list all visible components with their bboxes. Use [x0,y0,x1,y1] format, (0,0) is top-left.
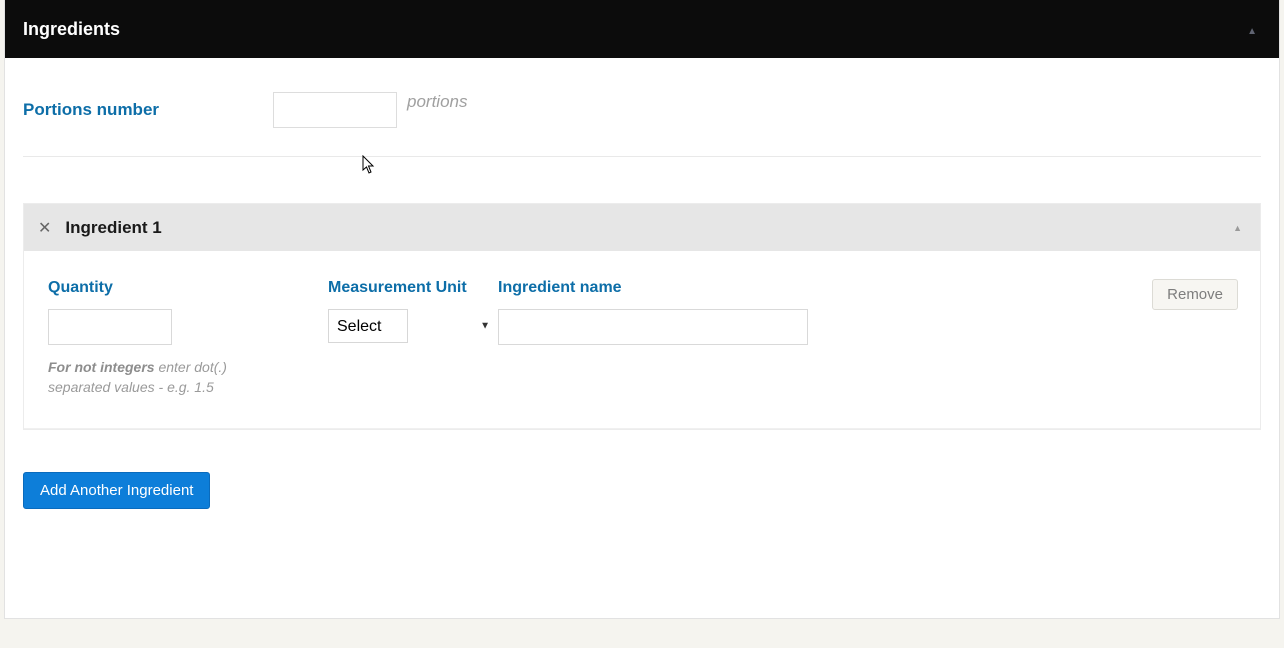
unit-column: Measurement Unit Select ▼ [328,279,498,398]
portions-row: Portions number portions [23,92,1261,128]
divider [23,156,1261,157]
unit-label: Measurement Unit [328,279,498,297]
remove-button[interactable]: Remove [1152,279,1238,310]
unit-select[interactable]: Select [328,309,408,343]
portions-input[interactable] [273,92,397,128]
ingredient-header-title: Ingredient 1 [65,218,161,238]
portions-suffix: portions [407,92,467,112]
ingredient-body: Quantity For not integers enter dot(.) s… [24,251,1260,429]
close-icon[interactable]: ✕ [38,218,51,238]
panel-header[interactable]: Ingredients ▲ [5,0,1279,58]
ingredient-block: ✕ Ingredient 1 ▲ Quantity For not intege… [23,203,1261,430]
panel-title: Ingredients [23,19,120,40]
quantity-hint-strong: For not integers [48,359,155,375]
ingredients-panel: Ingredients ▲ Portions number portions ✕… [4,0,1280,619]
quantity-hint: For not integers enter dot(.) separated … [48,357,278,398]
quantity-input[interactable] [48,309,172,345]
quantity-column: Quantity For not integers enter dot(.) s… [48,279,328,398]
name-label: Ingredient name [498,279,1118,297]
name-column: Ingredient name [498,279,1118,398]
ingredient-name-input[interactable] [498,309,808,345]
panel-body: Portions number portions ✕ Ingredient 1 … [5,58,1279,509]
unit-select-wrap: Select ▼ [328,309,498,343]
add-ingredient-button[interactable]: Add Another Ingredient [23,472,210,509]
portions-label: Portions number [23,100,273,120]
quantity-label: Quantity [48,279,328,297]
ingredient-header[interactable]: ✕ Ingredient 1 ▲ [24,204,1260,251]
remove-column: Remove [1118,279,1238,398]
collapse-icon[interactable]: ▲ [1247,26,1257,37]
chevron-down-icon: ▼ [480,321,490,332]
collapse-ingredient-icon[interactable]: ▲ [1233,223,1242,233]
